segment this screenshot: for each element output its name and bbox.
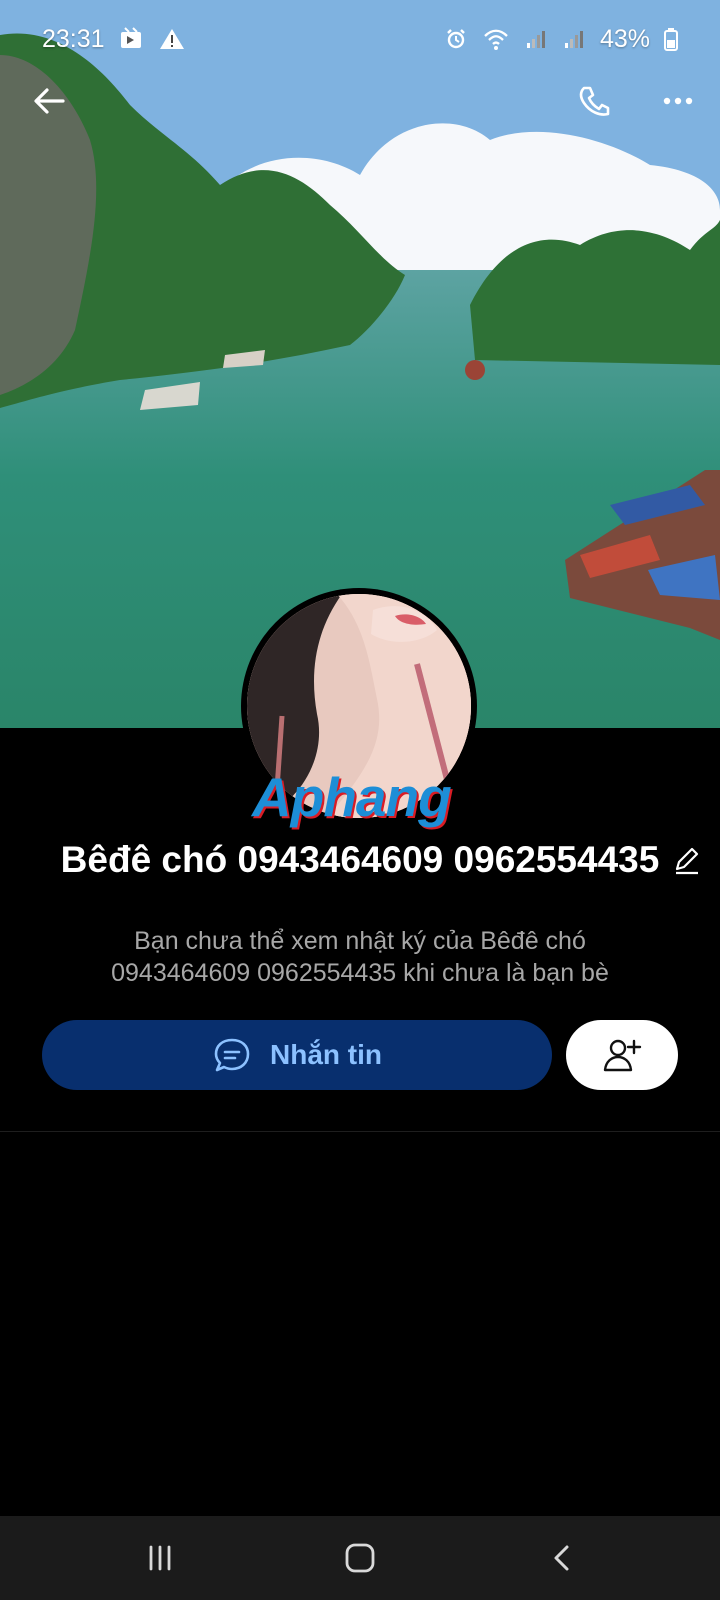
- home-button[interactable]: [315, 1516, 405, 1600]
- wifi-icon: [484, 29, 508, 50]
- message-button-label: Nhắn tin: [270, 1039, 382, 1070]
- back-icon: [554, 1545, 569, 1571]
- battery-percentage: 43%: [599, 24, 650, 53]
- privacy-message: Bạn chưa thể xem nhật ký của Bêđê chó 09…: [111, 927, 609, 987]
- watermark-logo: Aphang: [252, 766, 452, 828]
- phone-icon: [579, 86, 610, 116]
- signal-icon: [564, 31, 583, 48]
- recent-apps-icon: [149, 1545, 171, 1571]
- alarm-icon: [447, 29, 465, 49]
- recent-apps-button[interactable]: [115, 1516, 205, 1600]
- more-options-button[interactable]: [649, 72, 707, 130]
- status-left: 23:31: [42, 25, 185, 54]
- media-icon: [120, 27, 141, 48]
- profile-topbar: [0, 72, 720, 130]
- system-back-button[interactable]: [518, 1516, 608, 1600]
- section-divider: [0, 1131, 720, 1132]
- signal-icon: [526, 31, 545, 48]
- edit-name-icon[interactable]: [670, 844, 702, 876]
- system-navigation-bar: [0, 1516, 720, 1600]
- message-button[interactable]: Nhắn tin: [42, 1020, 552, 1090]
- clock: 23:31: [42, 24, 105, 53]
- home-icon: [345, 1543, 375, 1573]
- warning-icon: [159, 29, 184, 49]
- back-arrow-icon: [34, 88, 65, 114]
- add-friend-icon: [603, 1039, 642, 1072]
- status-bar: 23:31 43%: [0, 0, 720, 78]
- more-options-icon: [663, 97, 693, 105]
- profile-name: Bêđê chó 0943464609 0962554435: [60, 839, 660, 880]
- add-friend-button[interactable]: [566, 1020, 678, 1090]
- status-right: 43%: [444, 25, 678, 54]
- battery-icon: [664, 28, 678, 51]
- back-button[interactable]: [20, 72, 78, 130]
- chat-bubble-icon: [214, 1038, 250, 1072]
- call-button[interactable]: [565, 72, 623, 130]
- profile-name-row: Bêđê chó 0943464609 0962554435: [0, 836, 720, 884]
